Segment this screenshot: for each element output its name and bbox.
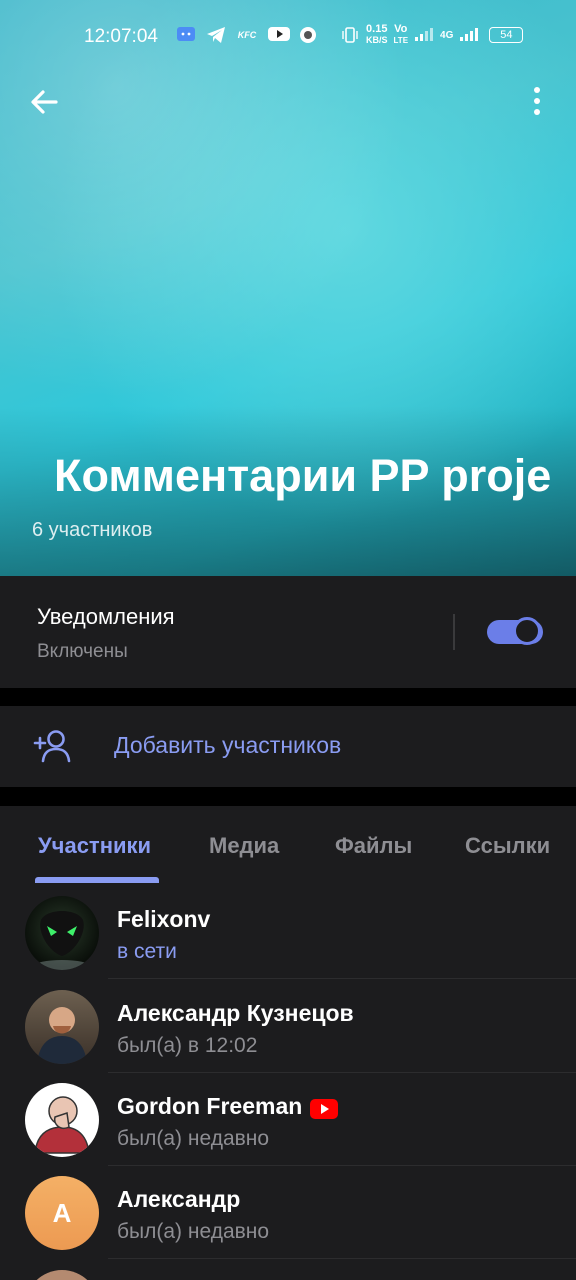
tab-bar: Участники Медиа Файлы Ссылки — [0, 806, 576, 884]
row-separator — [108, 978, 576, 979]
avatar — [25, 896, 99, 970]
avatar — [25, 1083, 99, 1157]
status-bar: 12:07:04 KFC 0.15 KB/S Vo LTE 4G 54 — [0, 22, 576, 52]
avatar — [25, 1270, 99, 1280]
volte-indicator: Vo LTE — [394, 24, 409, 46]
member-row-partial[interactable] — [0, 1260, 576, 1280]
active-tab-indicator — [35, 877, 159, 883]
member-row[interactable]: Gordon Freeman был(а) недавно — [0, 1073, 576, 1166]
group-header: 12:07:04 KFC 0.15 KB/S Vo LTE 4G 54 Комм… — [0, 0, 576, 576]
avatar-letter: А — [25, 1176, 99, 1250]
add-members-label: Добавить участников — [114, 732, 342, 758]
network-type: 4G — [440, 30, 453, 41]
android-icon — [176, 26, 196, 44]
notifications-label: Уведомления — [37, 604, 175, 629]
members-section: Участники Медиа Файлы Ссылки Felixonv в … — [0, 806, 576, 1280]
tab-media[interactable]: Медиа — [209, 833, 279, 859]
add-members-button[interactable]: Добавить участников — [0, 706, 576, 787]
avatar — [25, 990, 99, 1064]
back-arrow-icon[interactable] — [28, 86, 60, 118]
toggle-knob — [513, 617, 541, 645]
tab-files[interactable]: Файлы — [335, 833, 412, 859]
kfc-icon: KFC — [237, 30, 257, 40]
youtube-status-icon — [268, 26, 290, 44]
tab-links[interactable]: Ссылки — [465, 833, 550, 859]
system-icons: 0.15 KB/S Vo LTE 4G 54 — [340, 24, 524, 46]
volte-label: Vo — [394, 23, 408, 35]
youtube-icon — [310, 1098, 339, 1119]
telegram-icon — [206, 26, 226, 44]
member-row[interactable]: А Александр был(а) недавно — [0, 1166, 576, 1259]
member-status: был(а) недавно — [117, 1220, 270, 1243]
notifications-status: Включены — [37, 641, 128, 662]
group-title: Комментарии PP proje — [54, 450, 552, 501]
network-speed: 0.15 KB/S — [366, 24, 388, 46]
more-options-icon[interactable] — [525, 86, 549, 118]
divider — [453, 614, 455, 650]
member-row[interactable]: Александр Кузнецов был(а) в 12:02 — [0, 980, 576, 1073]
member-name: Felixonv — [117, 906, 211, 932]
signal-icon — [414, 26, 434, 44]
notifications-row[interactable]: Уведомления Включены — [0, 576, 576, 688]
member-name-row: Gordon Freeman — [117, 1093, 339, 1120]
member-name: Gordon Freeman — [117, 1093, 303, 1119]
speed-unit: KB/S — [366, 35, 388, 45]
browser-icon — [298, 26, 318, 44]
member-name: Александр — [117, 1186, 241, 1212]
member-name: Александр Кузнецов — [117, 1000, 354, 1026]
notifications-toggle[interactable] — [487, 617, 543, 647]
row-separator — [108, 1258, 576, 1259]
member-row[interactable]: Felixonv в сети — [0, 886, 576, 979]
member-status: был(а) недавно — [117, 1127, 270, 1150]
lte-label: LTE — [393, 36, 409, 45]
member-status: был(а) в 12:02 — [117, 1034, 258, 1057]
network-label: 4G — [440, 29, 454, 41]
notification-icons: KFC — [176, 26, 318, 44]
battery-indicator: 54 — [489, 27, 524, 43]
member-count: 6 участников — [32, 519, 153, 541]
signal-icon-2 — [459, 26, 479, 44]
tab-members[interactable]: Участники — [38, 833, 151, 859]
member-status: в сети — [117, 940, 177, 963]
vibrate-icon — [340, 26, 360, 44]
add-user-icon — [32, 728, 72, 764]
status-time: 12:07:04 — [84, 26, 158, 47]
speed-value: 0.15 — [366, 23, 388, 35]
